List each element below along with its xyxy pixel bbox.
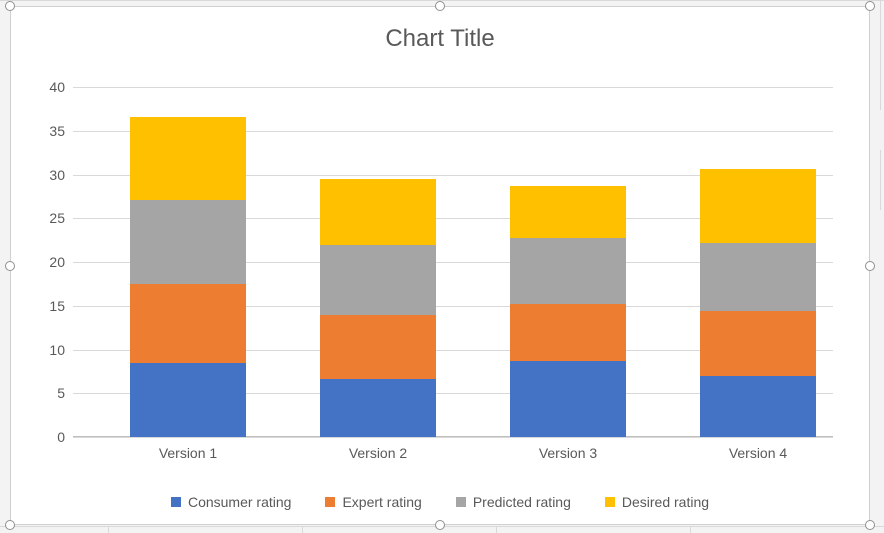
x-tick-label: Version 4: [678, 445, 838, 461]
grid-line: [73, 437, 833, 438]
bar-segment[interactable]: [130, 284, 246, 363]
x-tick-label: Version 3: [488, 445, 648, 461]
selection-handle-e[interactable]: [865, 261, 875, 271]
selection-handle-w[interactable]: [5, 261, 15, 271]
legend-swatch: [605, 497, 615, 507]
legend-label: Consumer rating: [188, 494, 292, 510]
bar-segment[interactable]: [510, 361, 626, 437]
legend-label: Predicted rating: [473, 494, 571, 510]
bar-segment[interactable]: [510, 186, 626, 239]
x-tick-label: Version 2: [298, 445, 458, 461]
bar-segment[interactable]: [130, 200, 246, 284]
y-tick-label: 10: [49, 342, 65, 358]
chart-title[interactable]: Chart Title: [11, 7, 869, 53]
selection-handle-se[interactable]: [865, 520, 875, 530]
legend-swatch: [325, 497, 335, 507]
selection-handle-sw[interactable]: [5, 520, 15, 530]
bar-segment[interactable]: [130, 363, 246, 437]
y-tick-label: 15: [49, 298, 65, 314]
selection-handle-ne[interactable]: [865, 1, 875, 11]
bar-segment[interactable]: [130, 117, 246, 200]
y-tick-label: 25: [49, 210, 65, 226]
chart-legend[interactable]: Consumer rating Expert rating Predicted ra…: [11, 494, 869, 510]
bar-segment[interactable]: [320, 179, 436, 245]
bar-segment[interactable]: [510, 304, 626, 361]
y-tick-label: 35: [49, 123, 65, 139]
legend-label: Expert rating: [342, 494, 421, 510]
bar-segment[interactable]: [700, 169, 816, 243]
y-tick-label: 5: [57, 385, 65, 401]
embedded-chart[interactable]: Chart Title 0510152025303540 Version 1Ve…: [10, 6, 870, 525]
y-tick-label: 30: [49, 167, 65, 183]
y-tick-label: 20: [49, 254, 65, 270]
bar-segment[interactable]: [700, 243, 816, 311]
bar-segment[interactable]: [320, 379, 436, 437]
selection-handle-nw[interactable]: [5, 1, 15, 11]
legend-item[interactable]: Expert rating: [325, 494, 421, 510]
bar-segment[interactable]: [700, 311, 816, 376]
legend-label: Desired rating: [622, 494, 709, 510]
bar-segment[interactable]: [700, 376, 816, 437]
x-tick-label: Version 1: [108, 445, 268, 461]
legend-item[interactable]: Consumer rating: [171, 494, 292, 510]
bar-segment[interactable]: [320, 315, 436, 380]
y-tick-label: 0: [57, 429, 65, 445]
bar-segment[interactable]: [320, 245, 436, 315]
selection-handle-s[interactable]: [435, 520, 445, 530]
spreadsheet-view: Chart Title 0510152025303540 Version 1Ve…: [0, 0, 884, 533]
legend-item[interactable]: Desired rating: [605, 494, 709, 510]
legend-item[interactable]: Predicted rating: [456, 494, 571, 510]
selection-handle-n[interactable]: [435, 1, 445, 11]
legend-swatch: [171, 497, 181, 507]
bar-segment[interactable]: [510, 238, 626, 304]
legend-swatch: [456, 497, 466, 507]
y-tick-label: 40: [49, 79, 65, 95]
plot-area[interactable]: 0510152025303540 Version 1Version 2Versi…: [73, 87, 833, 437]
grid-line: [73, 87, 833, 88]
